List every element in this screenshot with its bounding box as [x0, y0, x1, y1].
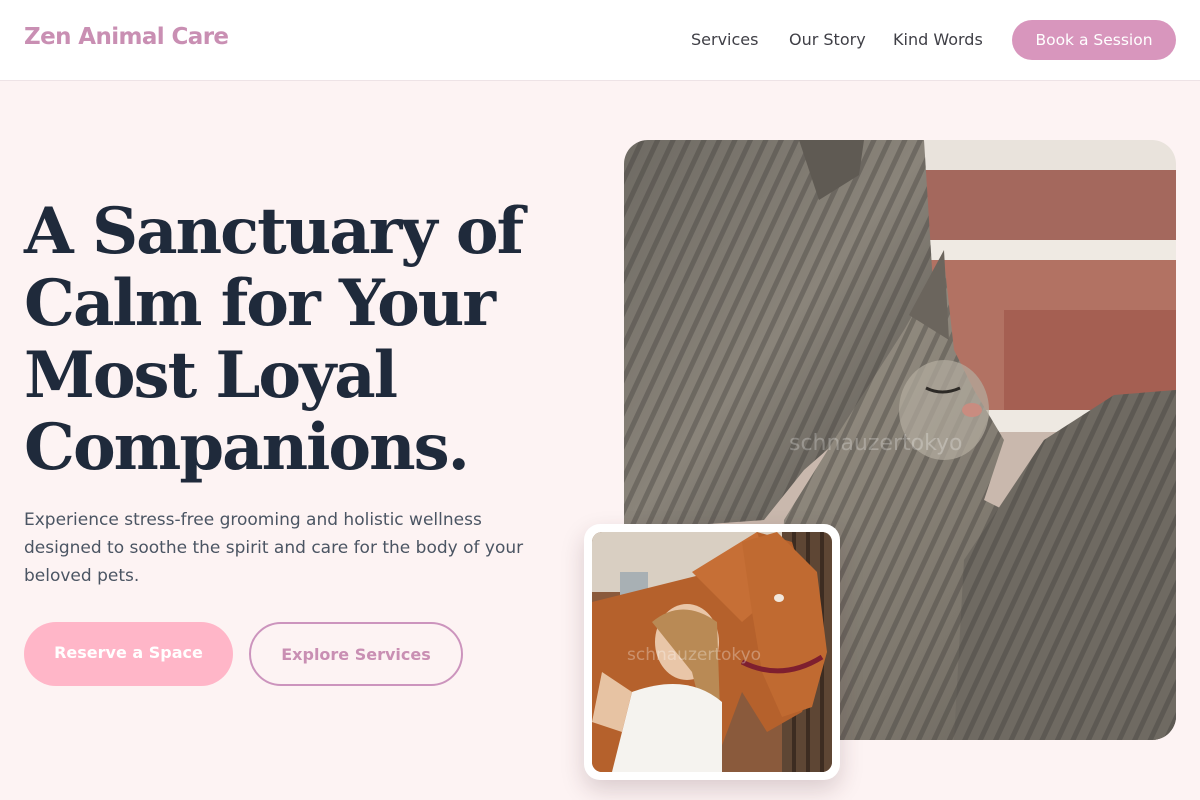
headline-line: Calm for Your — [24, 266, 496, 341]
horse-photo-frame: schnauzertokyo — [584, 524, 840, 780]
hero-headline: A Sanctuary of Calm for Your Most Loyal … — [24, 196, 584, 484]
headline-line: Companions. — [24, 410, 470, 485]
hero-subtitle: Experience stress-free grooming and holi… — [24, 506, 544, 590]
headline-line: Most Loyal — [24, 338, 398, 413]
subtitle-line: beloved pets. — [24, 566, 140, 586]
book-session-button[interactable]: Book a Session — [1012, 20, 1176, 60]
watermark-text: schnauzertokyo — [789, 431, 963, 456]
nav-link-our-story[interactable]: Our Story — [789, 30, 866, 49]
horse-photo: schnauzertokyo — [592, 532, 832, 772]
reserve-space-button[interactable]: Reserve a Space — [24, 622, 233, 686]
site-header: Zen Animal Care Services Our Story Kind … — [0, 0, 1200, 81]
subtitle-line: Experience stress-free grooming and holi… — [24, 510, 482, 530]
explore-services-button[interactable]: Explore Services — [249, 622, 463, 686]
nav-link-services[interactable]: Services — [691, 30, 758, 49]
headline-line: A Sanctuary of — [24, 194, 524, 269]
nav-link-kind-words[interactable]: Kind Words — [893, 30, 983, 49]
watermark-text: schnauzertokyo — [627, 645, 761, 665]
brand-logo[interactable]: Zen Animal Care — [24, 24, 229, 50]
subtitle-line: designed to soothe the spirit and care f… — [24, 538, 524, 558]
